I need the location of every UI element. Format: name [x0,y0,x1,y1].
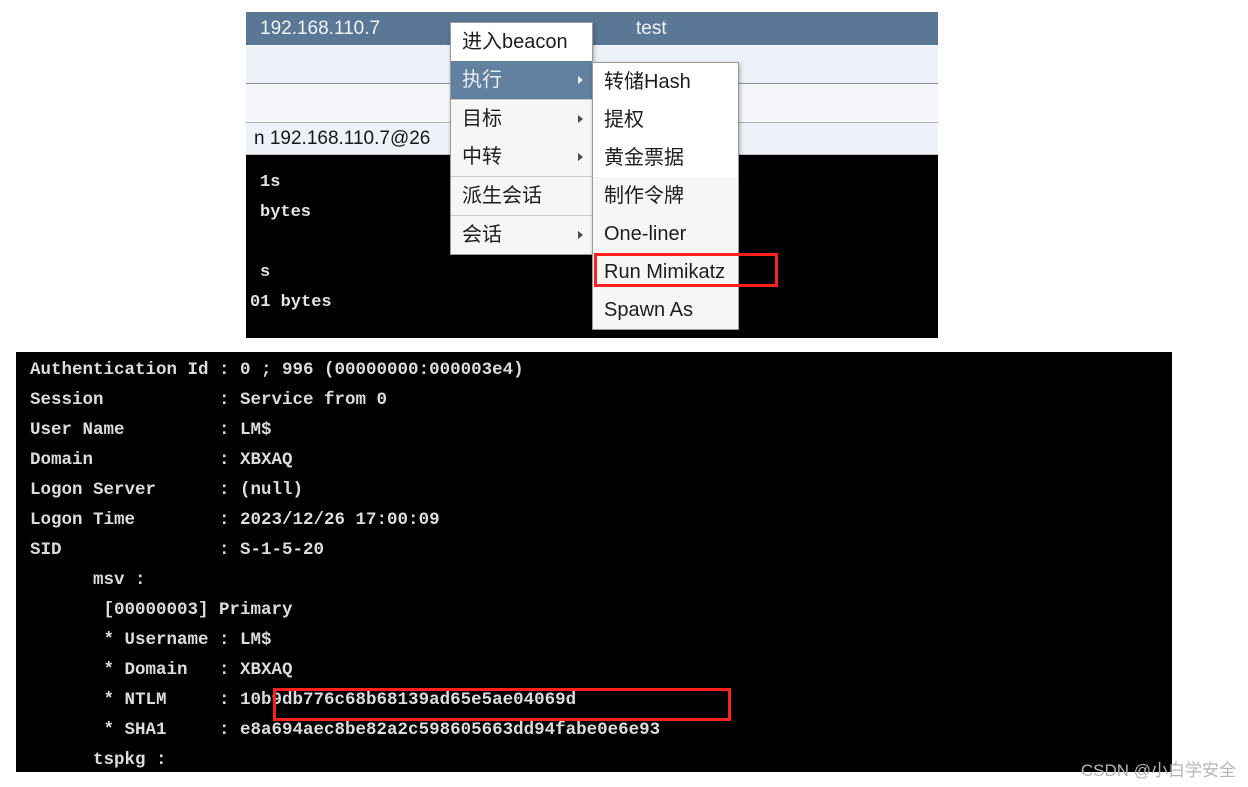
menu-item-label: 执行 [462,69,502,91]
submenu-item-label: 提权 [604,109,644,131]
chevron-right-icon [578,153,583,161]
submenu-item-dump-hash[interactable]: 转储Hash [593,63,738,101]
submenu-item-label: Run Mimikatz [604,261,726,283]
terminal-line: [00000003] Primary [30,600,293,620]
submenu-item-label: One-liner [604,223,687,245]
submenu-item-label: 制作令牌 [604,185,684,207]
chevron-right-icon [578,231,583,239]
menu-item-target[interactable]: 目标 [451,99,592,138]
submenu-item-spawn-as[interactable]: Spawn As [593,291,738,329]
console-tab-text: n 192.168.110.7@26 [254,128,431,149]
console-output-line: 1s [260,173,281,192]
menu-item-pivot[interactable]: 中转 [451,138,592,176]
menu-item-label: 目标 [462,108,502,130]
watermark-text: CSDN @小白学安全 [1080,761,1236,780]
menu-item-enter-beacon[interactable]: 进入beacon [451,23,592,61]
terminal-line-sha1: * SHA1 : e8a694aec8be82a2c598605663dd94f… [30,720,661,740]
terminal-line: SID : S-1-5-20 [30,540,325,560]
terminal-line: Domain : XBXAQ [30,450,293,470]
context-menu[interactable]: 进入beacon 执行 目标 中转 派生会话 会话 [450,22,593,255]
submenu-item-elevate[interactable]: 提权 [593,101,738,139]
submenu-item-golden-ticket[interactable]: 黄金票据 [593,139,738,177]
terminal-line: * Domain : XBXAQ [30,660,293,680]
menu-item-session[interactable]: 会话 [451,215,592,254]
terminal-line: Authentication Id : 0 ; 996 (00000000:00… [30,360,524,380]
terminal-line: Session : Service from 0 [30,390,388,410]
mimikatz-terminal-output: Authentication Id : 0 ; 996 (00000000:00… [16,352,1172,772]
session-note-cell[interactable]: test [636,12,667,45]
terminal-line-ntlm: * NTLM : 10b9db776c68b68139ad65e5ae04069… [30,690,577,710]
menu-item-label: 中转 [462,146,502,168]
console-output-line: s [260,263,271,282]
terminal-line: tspkg : [30,750,167,770]
chevron-right-icon [578,115,583,123]
submenu-item-label: Spawn As [604,299,693,321]
console-output-line: 01 bytes [250,293,332,312]
console-output-line: bytes [260,203,312,222]
submenu-item-label: 黄金票据 [604,147,684,169]
terminal-line: Logon Server : (null) [30,480,304,500]
menu-item-label: 会话 [462,224,502,246]
menu-item-spawn-session[interactable]: 派生会话 [451,176,592,215]
submenu-item-run-mimikatz[interactable]: Run Mimikatz [593,253,738,291]
terminal-line: User Name : LM$ [30,420,272,440]
terminal-line: * Username : LM$ [30,630,272,650]
menu-item-execute[interactable]: 执行 [451,61,592,99]
submenu-item-make-token[interactable]: 制作令牌 [593,177,738,215]
menu-item-label: 派生会话 [462,185,542,207]
submenu-item-label: 转储Hash [604,71,691,93]
menu-item-label: 进入beacon [462,31,568,53]
terminal-line: Logon Time : 2023/12/26 17:00:09 [30,510,440,530]
execute-submenu[interactable]: 转储Hash 提权 黄金票据 制作令牌 One-liner Run Mimika… [592,62,739,330]
chevron-right-icon [578,76,583,84]
session-host-cell[interactable]: 192.168.110.7 [260,12,380,45]
terminal-line: msv : [30,570,146,590]
submenu-item-one-liner[interactable]: One-liner [593,215,738,253]
